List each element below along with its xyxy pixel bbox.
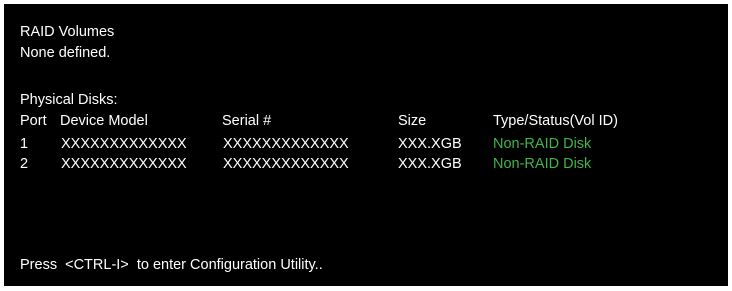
column-header-serial: Serial #: [222, 113, 272, 129]
bios-console-screen: RAID Volumes None defined. Physical Disk…: [4, 4, 728, 286]
row-serial: XXXXXXXXXXXXX: [223, 156, 349, 172]
row-device-model: XXXXXXXXXXXXX: [61, 156, 187, 172]
column-header-size: Size: [398, 113, 427, 129]
raid-volumes-heading: RAID Volumes: [20, 24, 115, 40]
row-size: XXX.XGB: [398, 136, 462, 152]
row-device-model: XXXXXXXXXXXXX: [61, 136, 187, 152]
column-header-type-status: Type/Status(Vol ID): [493, 113, 618, 129]
row-port: 1: [20, 136, 29, 152]
row-type-status: Non-RAID Disk: [493, 156, 592, 172]
configuration-utility-prompt: Press <CTRL-I> to enter Configuration Ut…: [20, 257, 323, 273]
column-header-device-model: Device Model: [60, 113, 148, 129]
row-serial: XXXXXXXXXXXXX: [223, 136, 349, 152]
raid-volumes-status: None defined.: [20, 45, 111, 61]
column-header-port: Port: [20, 113, 47, 129]
row-type-status: Non-RAID Disk: [493, 136, 592, 152]
row-port: 2: [20, 156, 29, 172]
row-size: XXX.XGB: [398, 156, 462, 172]
physical-disks-heading: Physical Disks:: [20, 92, 118, 108]
